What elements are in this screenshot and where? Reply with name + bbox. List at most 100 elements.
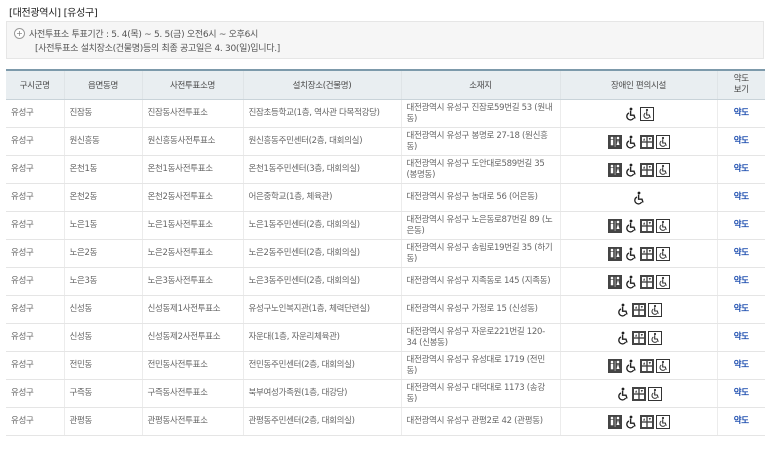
cell-accessibility	[559, 295, 717, 324]
cell-dong: 노은3동	[63, 267, 142, 296]
col-header-address: 소재지	[400, 69, 560, 100]
cell-station-name: 구즉동사전투표소	[141, 379, 243, 408]
restroom-icon	[607, 414, 622, 429]
cell-gu: 유성구	[6, 351, 64, 380]
map-link[interactable]: 약도	[716, 239, 765, 268]
wheelchair-box-icon	[655, 358, 670, 373]
polling-station-table: 구시군명 읍면동명 사전투표소명 설치장소(건물명) 소재지 장애인 편의시설 …	[6, 69, 765, 436]
cell-station-name: 신성동제1사전투표소	[141, 295, 243, 324]
wheelchair-box-icon	[647, 302, 662, 317]
restroom-icon	[607, 274, 622, 289]
cell-accessibility	[559, 323, 717, 352]
cell-dong: 구즉동	[63, 379, 142, 408]
cell-place: 노은2동주민센터(2층, 대회의실)	[242, 239, 401, 268]
map-link[interactable]: 약도	[716, 99, 765, 128]
elevator-icon	[631, 302, 646, 317]
cell-gu: 유성구	[6, 99, 64, 128]
cell-dong: 온천2동	[63, 183, 142, 212]
table-row: 유성구 노은1동 노은1동사전투표소 노은1동주민센터(2층, 대회의실) 대전광역시 …	[6, 211, 765, 240]
cell-dong: 신성동	[63, 295, 142, 324]
map-link[interactable]: 약도	[716, 407, 765, 436]
region-title: [대전광역시] [유성구]	[9, 8, 98, 19]
wheelchair-box-icon	[647, 386, 662, 401]
cell-place: 원신흥동주민센터(2층, 대회의실)	[242, 127, 401, 156]
map-link[interactable]: 약도	[716, 267, 765, 296]
cell-gu: 유성구	[6, 323, 64, 352]
final-notice-text: [사전투표소 설치장소(건물명)등의 최종 공고일은 4. 30(일)입니다.]	[35, 44, 280, 54]
cell-accessibility	[559, 267, 717, 296]
cell-station-name: 신성동제2사전투표소	[141, 323, 243, 352]
cell-gu: 유성구	[6, 239, 64, 268]
cell-address: 대전광역시 유성구 진잠로59번길 53 (원내동)	[400, 99, 560, 128]
cell-place: 전민동주민센터(2층, 대회의실)	[242, 351, 401, 380]
table-row: 유성구 신성동 신성동제1사전투표소 유성구노인복지관(1층, 체력단련실) 대전광역시…	[6, 295, 765, 324]
cell-gu: 유성구	[6, 155, 64, 184]
wheelchair-box-icon	[655, 218, 670, 233]
cell-station-name: 진잠동사전투표소	[141, 99, 243, 128]
table-row: 유성구 노은2동 노은2동사전투표소 노은2동주민센터(2층, 대회의실) 대전광역시 …	[6, 239, 765, 268]
wheelchair-box-icon	[655, 134, 670, 149]
cell-accessibility	[559, 211, 717, 240]
cell-address: 대전광역시 유성구 송림로19번길 35 (하기동)	[400, 239, 560, 268]
map-link[interactable]: 약도	[716, 211, 765, 240]
restroom-icon	[607, 134, 622, 149]
cell-station-name: 원신흥동사전투표소	[141, 127, 243, 156]
col-header-gu: 구시군명	[6, 69, 64, 100]
table-row: 유성구 노은3동 노은3동사전투표소 노은3동주민센터(2층, 대회의실) 대전광역시 …	[6, 267, 765, 296]
table-row: 유성구 구즉동 구즉동사전투표소 북부여성가족원(1층, 대강당) 대전광역시 유성구 …	[6, 379, 765, 408]
wheelchair-box-icon	[647, 330, 662, 345]
cell-accessibility	[559, 239, 717, 268]
cell-dong: 전민동	[63, 351, 142, 380]
notice-box: + 사전투표소 투표기간 : 5. 4(목) ~ 5. 5(금) 오전6시 ~ …	[6, 21, 764, 59]
wheelchair-icon	[624, 275, 638, 289]
elevator-icon	[639, 218, 654, 233]
wheelchair-icon	[624, 107, 638, 121]
elevator-icon	[639, 358, 654, 373]
wheelchair-icon	[624, 415, 638, 429]
restroom-icon	[607, 162, 622, 177]
wheelchair-icon	[616, 303, 630, 317]
map-link[interactable]: 약도	[716, 127, 765, 156]
table-row: 유성구 신성동 신성동제2사전투표소 자운대(1층, 자운리체육관) 대전광역시 유성구…	[6, 323, 765, 352]
elevator-icon	[631, 330, 646, 345]
table-header-row: 구시군명 읍면동명 사전투표소명 설치장소(건물명) 소재지 장애인 편의시설 …	[6, 69, 765, 100]
col-header-station: 사전투표소명	[141, 69, 243, 100]
cell-gu: 유성구	[6, 295, 64, 324]
restroom-icon	[607, 246, 622, 261]
cell-dong: 원신흥동	[63, 127, 142, 156]
cell-address: 대전광역시 유성구 관평2로 42 (관평동)	[400, 407, 560, 436]
wheelchair-icon	[632, 191, 646, 205]
cell-accessibility	[559, 127, 717, 156]
map-link[interactable]: 약도	[716, 379, 765, 408]
map-link[interactable]: 약도	[716, 183, 765, 212]
map-link[interactable]: 약도	[716, 323, 765, 352]
col-header-dong: 읍면동명	[63, 69, 142, 100]
cell-dong: 관평동	[63, 407, 142, 436]
cell-address: 대전광역시 유성구 노은동로87번길 89 (노은동)	[400, 211, 560, 240]
cell-station-name: 전민동사전투표소	[141, 351, 243, 380]
cell-station-name: 노은1동사전투표소	[141, 211, 243, 240]
cell-accessibility	[559, 183, 717, 212]
cell-address: 대전광역시 유성구 대덕대로 1173 (송강동)	[400, 379, 560, 408]
cell-address: 대전광역시 유성구 도안대로589번길 35 (봉명동)	[400, 155, 560, 184]
map-link[interactable]: 약도	[716, 155, 765, 184]
col-header-place: 설치장소(건물명)	[242, 69, 401, 100]
table-row: 유성구 원신흥동 원신흥동사전투표소 원신흥동주민센터(2층, 대회의실) 대전광역시 …	[6, 127, 765, 156]
map-link[interactable]: 약도	[716, 351, 765, 380]
cell-address: 대전광역시 유성구 자운로221번길 120-34 (신봉동)	[400, 323, 560, 352]
cell-address: 대전광역시 유성구 유성대로 1719 (전민동)	[400, 351, 560, 380]
elevator-icon	[639, 274, 654, 289]
map-link[interactable]: 약도	[716, 295, 765, 324]
cell-address: 대전광역시 유성구 지족동로 145 (지족동)	[400, 267, 560, 296]
wheelchair-box-icon	[655, 414, 670, 429]
wheelchair-box-icon	[655, 246, 670, 261]
cell-accessibility	[559, 351, 717, 380]
wheelchair-icon	[624, 247, 638, 261]
cell-station-name: 관평동사전투표소	[141, 407, 243, 436]
table-row: 유성구 관평동 관평동사전투표소 관평동주민센터(2층, 대회의실) 대전광역시 유성구…	[6, 407, 765, 436]
plus-circle-icon: +	[14, 28, 25, 39]
col-header-accessibility: 장애인 편의시설	[559, 69, 717, 100]
cell-address: 대전광역시 유성구 봉명로 27-18 (원신흥동)	[400, 127, 560, 156]
restroom-icon	[607, 358, 622, 373]
cell-accessibility	[559, 379, 717, 408]
